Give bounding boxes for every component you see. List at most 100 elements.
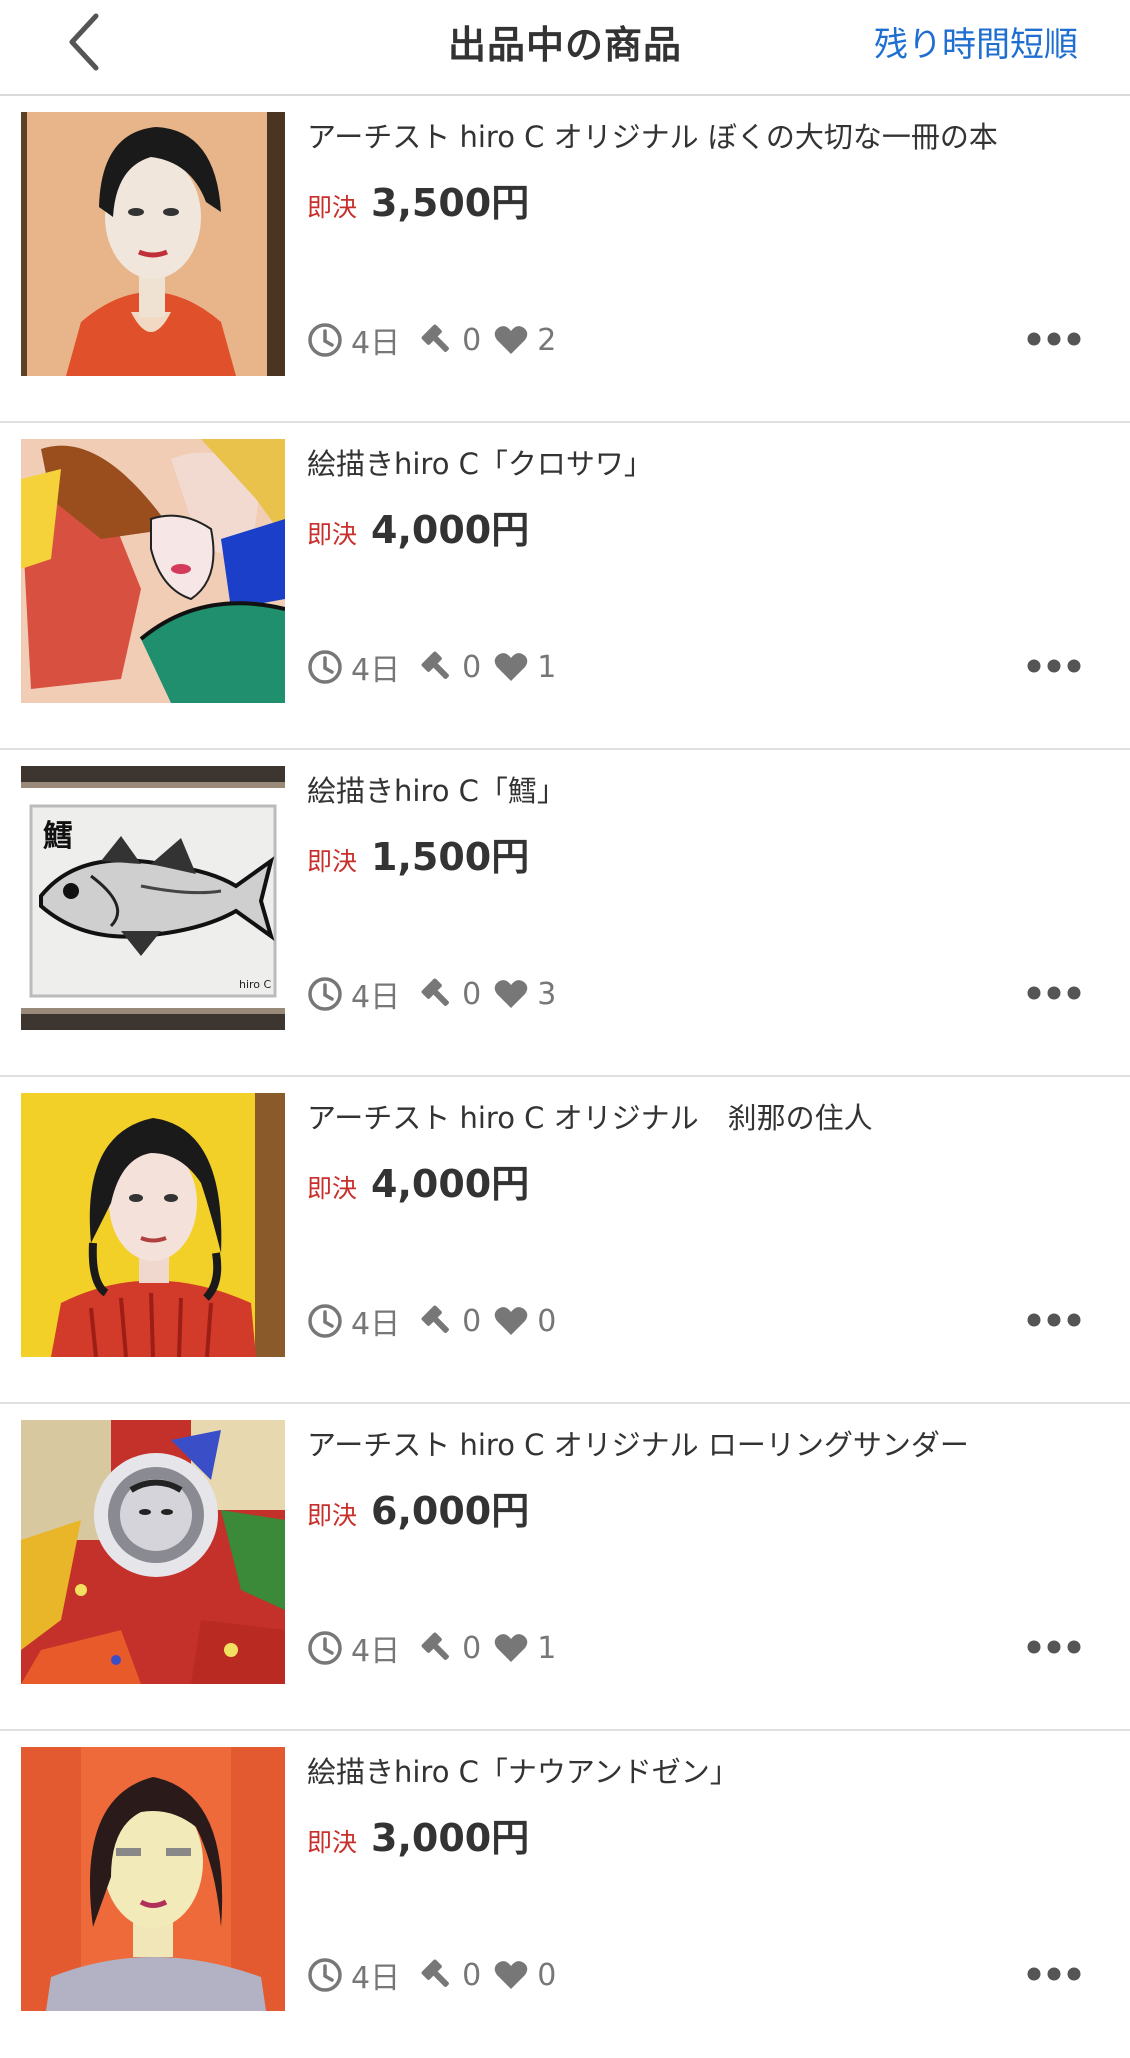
fish-ink-drawing-image: 鱈 hiro C [21, 766, 285, 1030]
watch-count: 0 [537, 1303, 557, 1339]
bid-count: 0 [462, 1957, 482, 1993]
gavel-icon [421, 324, 449, 352]
ellipsis-icon [1027, 1967, 1081, 1981]
item-price: 3,500円 [371, 181, 530, 225]
time-left: 4日 [351, 1961, 401, 1996]
svg-text:鱈: 鱈 [43, 819, 73, 854]
heart-icon [494, 980, 528, 1008]
item-meta: 4日 0 0 [307, 1955, 557, 1996]
portrait-yellow-background-image [21, 1093, 285, 1357]
more-options-button[interactable] [1024, 1626, 1084, 1668]
price-row: 即決 6,000円 [307, 1480, 529, 1533]
sort-button[interactable]: 残り時間短順 [874, 17, 1078, 66]
item-price: 3,000円 [371, 1816, 530, 1860]
watch-count: 0 [537, 1957, 557, 1993]
item-price: 4,000円 [371, 1162, 530, 1206]
time-left: 4日 [351, 1634, 401, 1669]
heart-icon [494, 1961, 528, 1989]
item-title[interactable]: アーチスト hiro C オリジナル ぼくの大切な一冊の本 [307, 114, 1097, 156]
item-thumbnail[interactable] [21, 112, 285, 376]
ellipsis-icon [1027, 659, 1081, 673]
abstract-faces-image [21, 439, 285, 703]
clock-icon [308, 1631, 342, 1665]
gavel-icon [421, 1959, 449, 1987]
buy-now-label: 即決 [307, 193, 358, 222]
more-options-button[interactable] [1024, 1953, 1084, 1995]
svg-text:hiro C: hiro C [239, 978, 272, 991]
clock-icon [308, 977, 342, 1011]
item-price: 6,000円 [371, 1489, 530, 1533]
bid-count: 0 [462, 1630, 482, 1666]
item-meta: 4日 0 2 [307, 320, 557, 361]
abstract-colorful-face-image [21, 1420, 285, 1684]
time-left: 4日 [351, 326, 401, 361]
list-item[interactable]: アーチスト hiro C オリジナル ぼくの大切な一冊の本 即決 3,500円 … [0, 96, 1130, 423]
ellipsis-icon [1027, 1313, 1081, 1327]
more-options-button[interactable] [1024, 645, 1084, 687]
item-thumbnail[interactable] [21, 439, 285, 703]
more-options-button[interactable] [1024, 972, 1084, 1014]
clock-icon [308, 323, 342, 357]
gavel-icon [421, 1632, 449, 1660]
item-title[interactable]: アーチスト hiro C オリジナル 刹那の住人 [307, 1095, 1097, 1137]
buy-now-label: 即決 [307, 1828, 358, 1857]
time-left: 4日 [351, 653, 401, 688]
list-item[interactable]: 絵描きhiro C「ナウアンドゼン」 即決 3,000円 4日 0 0 [0, 1731, 1130, 2058]
heart-icon [494, 1634, 528, 1662]
item-price: 4,000円 [371, 508, 530, 552]
time-left: 4日 [351, 980, 401, 1015]
price-row: 即決 3,000円 [307, 1807, 529, 1860]
gavel-icon [421, 978, 449, 1006]
item-title[interactable]: 絵描きhiro C「ナウアンドゼン」 [307, 1749, 1097, 1791]
ellipsis-icon [1027, 1640, 1081, 1654]
item-title[interactable]: 絵描きhiro C「鱈」 [307, 768, 1097, 810]
heart-icon [494, 653, 528, 681]
list-item[interactable]: アーチスト hiro C オリジナル ローリングサンダー 即決 6,000円 4… [0, 1404, 1130, 1731]
price-row: 即決 3,500円 [307, 172, 529, 225]
item-meta: 4日 0 0 [307, 1301, 557, 1342]
price-row: 即決 1,500円 [307, 826, 529, 879]
item-thumbnail[interactable] [21, 1420, 285, 1684]
buy-now-label: 即決 [307, 1174, 358, 1203]
item-thumbnail[interactable]: 鱈 hiro C [21, 766, 285, 1030]
time-left: 4日 [351, 1307, 401, 1342]
bid-count: 0 [462, 322, 482, 358]
heart-icon [494, 326, 528, 354]
item-price: 1,500円 [371, 835, 530, 879]
gavel-icon [421, 651, 449, 679]
buy-now-label: 即決 [307, 520, 358, 549]
portrait-red-dress-image [21, 112, 285, 376]
more-options-button[interactable] [1024, 318, 1084, 360]
clock-icon [308, 1304, 342, 1338]
ellipsis-icon [1027, 332, 1081, 346]
price-row: 即決 4,000円 [307, 499, 529, 552]
watch-count: 3 [537, 976, 557, 1012]
bid-count: 0 [462, 649, 482, 685]
buy-now-label: 即決 [307, 847, 358, 876]
list-item[interactable]: アーチスト hiro C オリジナル 刹那の住人 即決 4,000円 4日 0 … [0, 1077, 1130, 1404]
clock-icon [308, 650, 342, 684]
bid-count: 0 [462, 1303, 482, 1339]
item-title[interactable]: アーチスト hiro C オリジナル ローリングサンダー [307, 1422, 1097, 1464]
item-meta: 4日 0 1 [307, 647, 557, 688]
item-thumbnail[interactable] [21, 1747, 285, 2011]
clock-icon [308, 1958, 342, 1992]
price-row: 即決 4,000円 [307, 1153, 529, 1206]
item-meta: 4日 0 3 [307, 974, 557, 1015]
watch-count: 1 [537, 1630, 557, 1666]
watch-count: 1 [537, 649, 557, 685]
more-options-button[interactable] [1024, 1299, 1084, 1341]
list-item[interactable]: 鱈 hiro C 絵描きhiro C「鱈」 即決 1,500円 4日 0 3 [0, 750, 1130, 1077]
item-meta: 4日 0 1 [307, 1628, 557, 1669]
watch-count: 2 [537, 322, 557, 358]
gavel-icon [421, 1305, 449, 1333]
header-bar: 出品中の商品 残り時間短順 [0, 0, 1130, 96]
item-title[interactable]: 絵描きhiro C「クロサワ」 [307, 441, 1097, 483]
heart-icon [494, 1307, 528, 1335]
ellipsis-icon [1027, 986, 1081, 1000]
buy-now-label: 即決 [307, 1501, 358, 1530]
bid-count: 0 [462, 976, 482, 1012]
portrait-orange-background-image [21, 1747, 285, 2011]
item-thumbnail[interactable] [21, 1093, 285, 1357]
list-item[interactable]: 絵描きhiro C「クロサワ」 即決 4,000円 4日 0 1 [0, 423, 1130, 750]
